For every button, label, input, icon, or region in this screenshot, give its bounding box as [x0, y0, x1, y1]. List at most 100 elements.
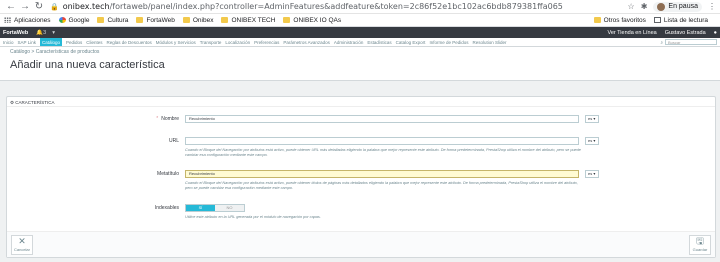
folder-icon: [221, 17, 229, 23]
address-bar[interactable]: 🔒 onibex.tech/fortaweb/panel/index.php?c…: [50, 1, 628, 12]
bookmark-other[interactable]: Otros favoritos: [593, 16, 646, 24]
tab-inicio[interactable]: Inicio: [3, 40, 14, 45]
folder-icon: [593, 17, 601, 23]
save-icon: 🖫: [696, 236, 704, 246]
view-store-link[interactable]: Ver Tienda en Línea: [607, 30, 656, 36]
tab-catalogo[interactable]: Catálogo: [39, 38, 62, 46]
tab-transporte[interactable]: Transporte: [200, 40, 222, 45]
meta-lang-select[interactable]: es ▾: [585, 170, 599, 178]
bookmark-label: Google: [68, 16, 90, 24]
avatar: [657, 2, 666, 11]
bookmark-onibex[interactable]: Onibex: [182, 17, 213, 24]
bookmark-label: Otros favoritos: [603, 16, 646, 24]
url-help-text: Cuando el Bloque del Navegación por atri…: [185, 148, 581, 157]
indexable-no[interactable]: NO: [215, 205, 244, 211]
cancel-label: Cancelar: [13, 247, 30, 252]
profile-button[interactable]: En pausa: [653, 1, 702, 12]
tab-pedidos[interactable]: Pedidos: [66, 40, 82, 45]
folder-icon: [97, 17, 105, 23]
apps-icon: [4, 17, 11, 23]
google-icon: [58, 17, 66, 23]
url-lang-select[interactable]: es ▾: [585, 137, 599, 145]
reload-icon[interactable]: ↻: [32, 1, 46, 12]
bookmark-fortaweb[interactable]: FortaWeb: [136, 17, 175, 24]
folder-icon: [182, 17, 190, 23]
breadcrumb-catalogo[interactable]: Catálogo: [10, 49, 30, 55]
folder-icon: [136, 17, 144, 23]
url-input[interactable]: [185, 137, 579, 145]
bookmark-label: Aplicaciones: [14, 16, 51, 24]
browser-toolbar: ← → ↻ 🔒 onibex.tech/fortaweb/panel/index…: [0, 0, 720, 14]
tab-parametros[interactable]: Parámetros Avanzados: [283, 40, 329, 45]
search-icon[interactable]: ⌕: [660, 40, 663, 45]
name-label-text: Nombre: [161, 116, 179, 122]
tab-informe-pedidos[interactable]: Informe de Pedidos: [429, 40, 468, 45]
tab-modulos[interactable]: Módulos y Servicios: [156, 40, 196, 45]
reading-list-icon: [653, 17, 661, 23]
notification-count: 3: [43, 29, 47, 36]
name-lang-select[interactable]: es ▾: [585, 115, 599, 123]
tab-localizacion[interactable]: Localización: [225, 40, 250, 45]
indexable-yes[interactable]: SÍ: [186, 205, 215, 211]
breadcrumb-features[interactable]: Características de productos: [36, 49, 100, 55]
meta-help-text: Cuando el Bloque del Navegación por atri…: [185, 181, 578, 190]
profile-label: En pausa: [668, 3, 698, 10]
tab-administracion[interactable]: Administración: [334, 40, 364, 45]
panel-footer: ✕ Cancelar 🖫 Guardar: [7, 231, 715, 257]
bookmark-cultura[interactable]: Cultura: [97, 17, 128, 24]
name-input[interactable]: Recubrimiento: [185, 115, 579, 123]
bookmark-label: Cultura: [107, 16, 129, 24]
search-area: ⌕ Buscar: [660, 39, 717, 45]
lang-label: es: [588, 171, 593, 176]
star-icon[interactable]: ☆: [628, 2, 635, 11]
forward-icon[interactable]: →: [18, 1, 32, 12]
tab-resolution-slider[interactable]: Resolution Slider: [472, 40, 506, 45]
admin-header: FortaWeb 🔔3 ▾ Ver Tienda en Línea Gustav…: [0, 27, 720, 38]
quick-access[interactable]: ▾: [52, 30, 55, 36]
cancel-button[interactable]: ✕ Cancelar: [11, 235, 33, 255]
feature-form-panel: ⚙ CARACTERÍSTICA * Nombre Recubrimiento e…: [6, 96, 716, 258]
bookmark-label: ONIBEX IO QAs: [293, 16, 342, 24]
save-label: Guardar: [692, 247, 708, 252]
page-title: Añadir una nueva característica: [10, 59, 165, 71]
menu-icon[interactable]: ⋮: [708, 2, 716, 11]
panel-title-text: CARACTERÍSTICA: [15, 100, 55, 105]
main-menu: Inicio SAP Link Catálogo Pedidos Cliente…: [0, 38, 720, 47]
folder-icon: [283, 17, 291, 23]
extension-icon[interactable]: ✱: [641, 2, 648, 11]
bookmark-label: Lista de lectura: [663, 16, 708, 24]
bookmark-onibex-tech[interactable]: ONIBEX TECH: [221, 17, 275, 24]
bookmark-apps[interactable]: Aplicaciones: [4, 17, 51, 24]
indexable-toggle[interactable]: SÍ NO: [185, 204, 245, 212]
tab-reglas[interactable]: Reglas de Descuentos: [107, 40, 152, 45]
tab-catalog-export[interactable]: Catalog Export: [396, 40, 426, 45]
notifications[interactable]: 🔔3: [36, 30, 46, 36]
required-marker: *: [156, 116, 159, 122]
tab-preferencias[interactable]: Preferencias: [254, 40, 279, 45]
tab-sap-link[interactable]: SAP Link: [18, 40, 36, 45]
url-label: URL: [168, 138, 179, 144]
url-host: onibex.tech: [62, 2, 110, 11]
bookmark-google[interactable]: Google: [58, 16, 90, 24]
user-avatar-icon[interactable]: ●: [714, 30, 717, 36]
lang-label: es: [588, 138, 593, 143]
indexable-help-text: Utilice este atributo en la URL generada…: [185, 215, 321, 219]
brand-logo[interactable]: FortaWeb: [3, 30, 28, 36]
tab-estadisticas[interactable]: Estadísticas: [367, 40, 391, 45]
indexable-label: Indexables: [154, 205, 179, 211]
url-path: /fortaweb/panel/index.php?controller=Adm…: [109, 2, 563, 11]
reading-list[interactable]: Lista de lectura: [653, 16, 708, 24]
bookmark-onibex-io[interactable]: ONIBEX IO QAs: [283, 17, 341, 24]
close-icon: ✕: [18, 236, 26, 246]
page-header: Catálogo > Características de productos …: [0, 47, 720, 81]
back-icon[interactable]: ←: [4, 1, 18, 12]
name-label: * Nombre: [156, 116, 179, 122]
tab-clientes[interactable]: Clientes: [86, 40, 102, 45]
panel-title: ⚙ CARACTERÍSTICA: [7, 97, 715, 107]
breadcrumb: Catálogo > Características de productos: [10, 49, 710, 55]
meta-label: Metatítulo: [157, 171, 179, 177]
search-input[interactable]: Buscar: [665, 39, 717, 45]
meta-title-input[interactable]: Recubrimiento: [185, 170, 579, 178]
user-menu[interactable]: Gustavo Estrada: [665, 30, 706, 36]
save-button[interactable]: 🖫 Guardar: [689, 235, 711, 255]
